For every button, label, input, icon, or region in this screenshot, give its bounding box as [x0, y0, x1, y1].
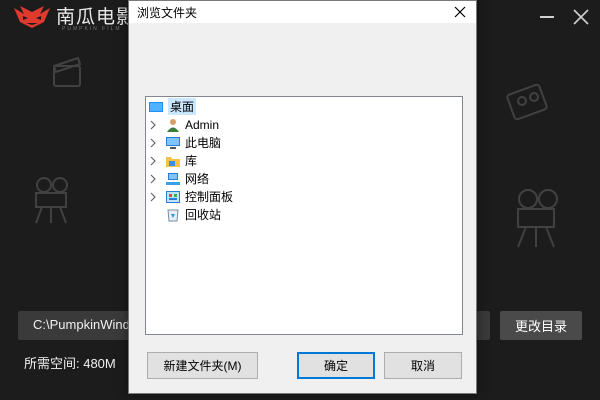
computer-icon	[166, 136, 180, 149]
folder-tree[interactable]: 桌面 Admin 此电脑 库 网络 控制面板 回收站	[145, 96, 463, 335]
clapperboard-icon	[52, 56, 82, 87]
tree-item-desktop[interactable]: 桌面	[148, 98, 197, 115]
chevron-right-icon[interactable]	[148, 174, 158, 184]
install-path-text: C:\PumpkinWindo	[33, 317, 138, 332]
required-space: 所需空间: 480M	[24, 356, 116, 371]
tree-item-libraries[interactable]: 库	[148, 152, 197, 169]
chevron-right-icon[interactable]	[148, 138, 158, 148]
chevron-right-icon[interactable]	[148, 192, 158, 202]
tree-item-label: 网络	[185, 172, 210, 186]
tree-item-admin[interactable]: Admin	[148, 116, 219, 133]
brand-name: 南瓜电影	[56, 6, 137, 28]
user-icon	[167, 118, 179, 132]
tree-item-label: 回收站	[185, 208, 222, 222]
dialog-close-icon[interactable]	[450, 2, 470, 22]
camera-icon	[35, 177, 68, 224]
tree-item-label: 控制面板	[185, 190, 234, 204]
browse-folder-dialog: 浏览文件夹 桌面 Admin 此电脑 库 网络 控制面板 回收站 新建文件夹(M…	[128, 0, 477, 394]
camera-icon	[517, 189, 558, 248]
cancel-button[interactable]: 取消	[384, 352, 462, 379]
tree-item-label: 此电脑	[185, 136, 222, 150]
close-icon[interactable]	[570, 6, 592, 28]
minimize-icon[interactable]	[540, 16, 554, 18]
control-panel-icon	[166, 190, 180, 203]
ok-button[interactable]: 确定	[297, 352, 375, 379]
tree-item-recycle-bin[interactable]: 回收站	[165, 206, 221, 223]
tree-item-label: 桌面	[168, 98, 197, 115]
pumpkin-logo-icon	[14, 6, 50, 28]
dialog-titlebar: 浏览文件夹	[129, 1, 476, 23]
new-folder-button[interactable]: 新建文件夹(M)	[147, 352, 258, 379]
brand-subtitle: PUMPKIN FILM	[62, 26, 122, 32]
recycle-bin-icon	[167, 209, 179, 221]
change-directory-button[interactable]: 更改目录	[500, 311, 582, 340]
tree-item-label: Admin	[185, 117, 220, 132]
film-reel-icon	[506, 83, 548, 121]
tree-item-network[interactable]: 网络	[148, 170, 209, 187]
tree-item-label: 库	[185, 154, 198, 168]
tree-item-control-panel[interactable]: 控制面板	[148, 188, 233, 205]
network-icon	[166, 172, 180, 185]
tree-item-this-pc[interactable]: 此电脑	[148, 134, 221, 151]
chevron-right-icon[interactable]	[148, 120, 158, 130]
chevron-right-icon[interactable]	[148, 156, 158, 166]
desktop-icon	[149, 101, 163, 112]
dialog-title: 浏览文件夹	[137, 6, 198, 20]
library-folder-icon	[166, 156, 180, 167]
